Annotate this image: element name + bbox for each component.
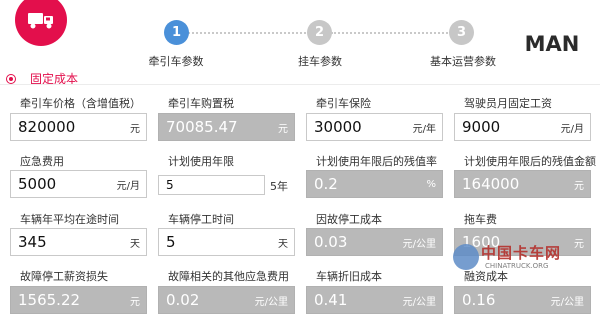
- watermark: 中国卡车网 CHINATRUCK.ORG: [445, 242, 575, 290]
- field-unit: 元: [574, 238, 584, 250]
- value-input[interactable]: 5000 元/月: [10, 170, 147, 198]
- field-value: 5000: [18, 175, 57, 193]
- truck-icon: [28, 13, 53, 29]
- step-1-label[interactable]: 牵引车参数: [126, 53, 226, 69]
- value-input[interactable]: 345 天: [10, 228, 147, 256]
- readonly-value: 1565.22 元: [10, 286, 147, 314]
- readonly-value: 0.16 元/公里: [454, 286, 591, 314]
- readonly-value: 0.2%: [306, 170, 443, 198]
- step-connector: [188, 32, 306, 34]
- field-value: 820000: [18, 118, 76, 136]
- field-unit: 元/公里: [402, 296, 436, 308]
- value-input[interactable]: 820000 元: [10, 113, 147, 141]
- years-select[interactable]: 5: [158, 175, 265, 195]
- field-label: 计划使用年限后的残值率: [316, 155, 437, 168]
- field-label: 车辆折旧成本: [316, 270, 382, 283]
- field-unit: 5年: [270, 180, 288, 193]
- field-label: 应急费用: [20, 155, 64, 168]
- field-unit: 元: [574, 180, 584, 192]
- value-input[interactable]: 5天: [158, 228, 295, 256]
- step-1-circle[interactable]: 1: [164, 20, 189, 45]
- step-3-circle[interactable]: 3: [449, 20, 474, 45]
- field-value: 1565.22: [18, 291, 81, 309]
- field-unit: 元: [130, 296, 140, 308]
- step-connector: [331, 32, 448, 34]
- field-unit: 元/年: [412, 123, 436, 135]
- brand-name: MAN: [525, 32, 580, 56]
- field-value: 164000: [462, 175, 520, 193]
- field-value: 0.41: [314, 291, 348, 309]
- field-value: 0.16: [462, 291, 496, 309]
- field-unit: %: [426, 178, 436, 190]
- truck-logo: [15, 0, 67, 46]
- field-label: 因故停工成本: [316, 213, 382, 226]
- field-label: 牵引车保险: [316, 97, 371, 110]
- step-2-circle[interactable]: 2: [307, 20, 332, 45]
- field-label: 牵引车价格（含增值税）: [20, 97, 141, 110]
- field-label: 驾驶员月固定工资: [464, 97, 552, 110]
- step-2-label[interactable]: 挂车参数: [270, 53, 370, 69]
- field-value: 9000: [462, 118, 501, 136]
- field-label: 计划使用年限后的残值金额: [464, 155, 596, 168]
- readonly-value: 164000 元: [454, 170, 591, 198]
- readonly-value: 0.41 元/公里: [306, 286, 443, 314]
- field-label: 故障相关的其他应急费用: [168, 270, 289, 283]
- step-3-label[interactable]: 基本运营参数: [413, 53, 513, 69]
- field-value: 0.02: [166, 291, 200, 309]
- field-value: 345: [18, 233, 47, 251]
- field-label: 故障停工薪资损失: [20, 270, 108, 283]
- readonly-value: 0.03 元/公里: [306, 228, 443, 256]
- field-value: 70085.47: [166, 118, 238, 136]
- field-unit: 天: [130, 238, 140, 250]
- value-input[interactable]: 9000 元/月: [454, 113, 591, 141]
- divider: [0, 84, 600, 85]
- readonly-value: 70085.47 元: [158, 113, 295, 141]
- man-brand-mark: MAN: [525, 32, 580, 56]
- watermark-title: 中国卡车网: [481, 244, 562, 262]
- field-unit: 天: [278, 238, 288, 250]
- watermark-logo-icon: [453, 244, 479, 270]
- field-label: 计划使用年限: [168, 155, 234, 168]
- field-unit: 元: [130, 123, 140, 135]
- man-logo: MAN: [520, 30, 584, 68]
- field-unit: 元/公里: [550, 296, 584, 308]
- field-unit: 元/月: [560, 123, 584, 135]
- section-radio[interactable]: [6, 73, 16, 84]
- field-value: 30000: [314, 118, 362, 136]
- field-label: 车辆年平均在途时间: [20, 213, 119, 226]
- field-value: 5: [166, 178, 174, 192]
- field-label: 牵引车购置税: [168, 97, 234, 110]
- field-value: 0.2: [314, 175, 338, 193]
- field-unit: 元/公里: [402, 238, 436, 250]
- readonly-value: 0.02 元/公里: [158, 286, 295, 314]
- field-label: 车辆停工时间: [168, 213, 234, 226]
- field-value: 5: [166, 233, 176, 251]
- field-unit: 元: [278, 123, 288, 135]
- field-unit: 元/公里: [254, 296, 288, 308]
- header: 1 2 3 牵引车参数 挂车参数 基本运营参数 MAN: [0, 0, 600, 69]
- field-value: 0.03: [314, 233, 348, 251]
- value-input[interactable]: 30000 元/年: [306, 113, 443, 141]
- field-label: 拖车费: [464, 213, 497, 226]
- field-unit: 元/月: [116, 180, 140, 192]
- watermark-subtitle: CHINATRUCK.ORG: [485, 262, 549, 270]
